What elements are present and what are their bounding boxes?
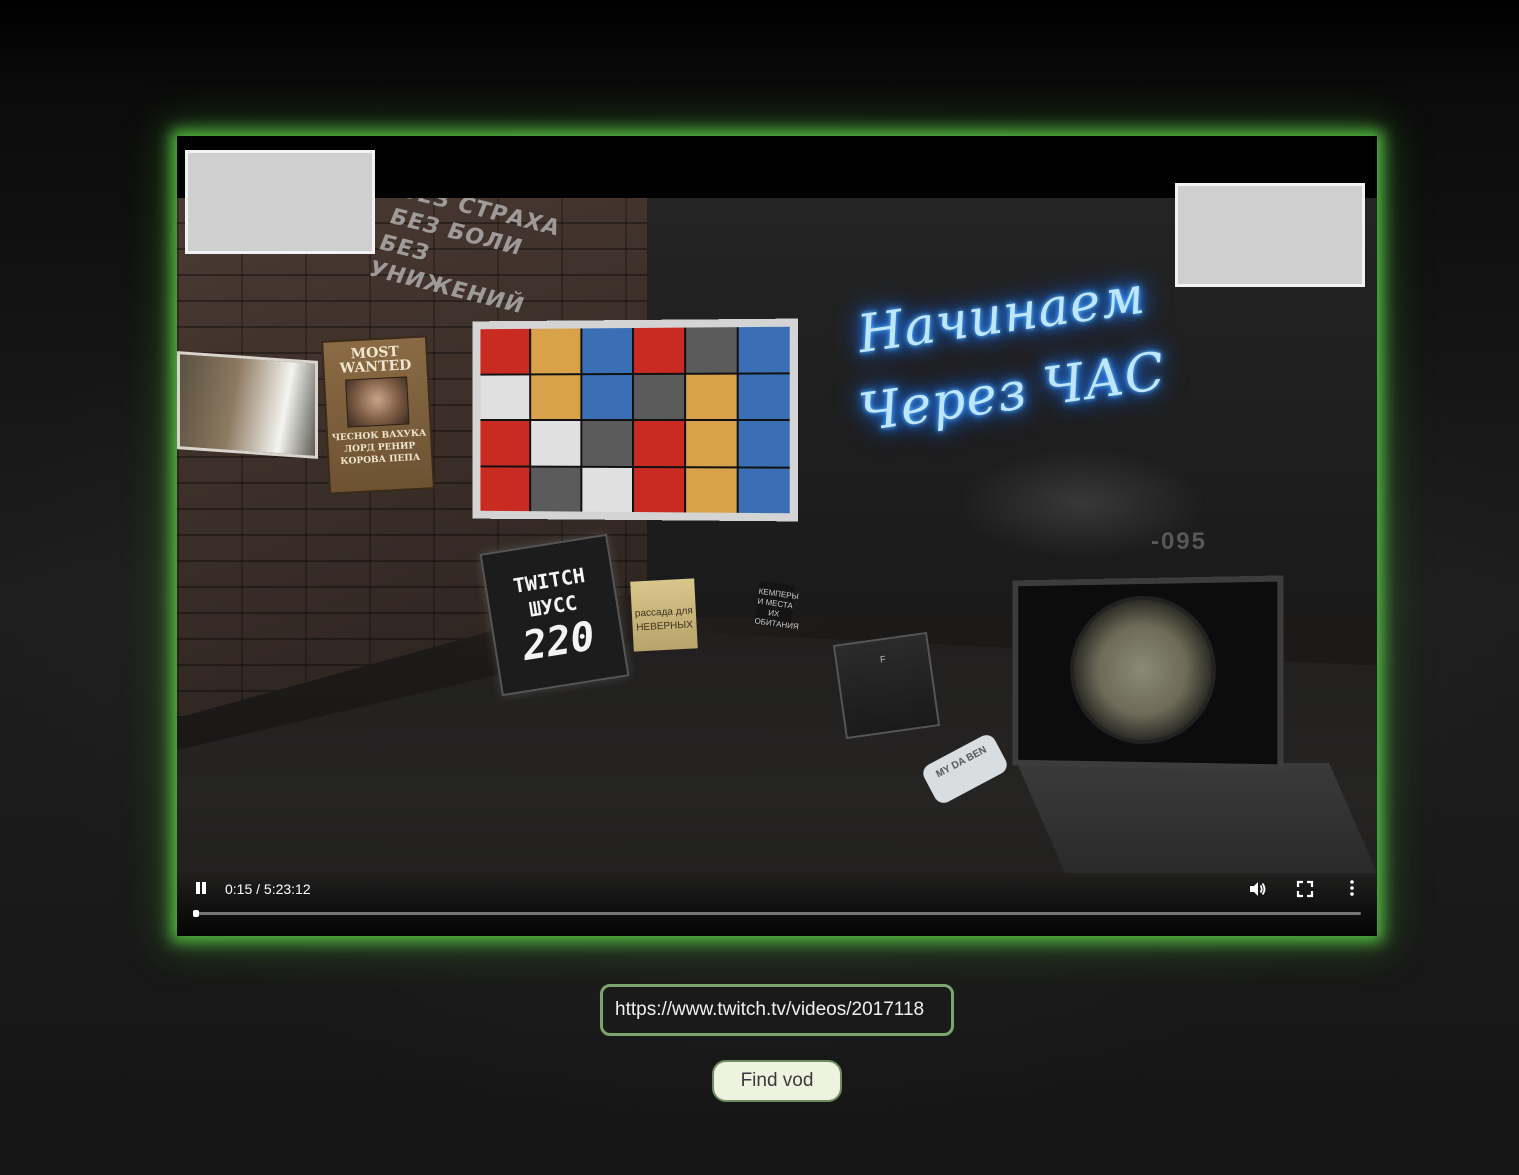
twitch-box-sign: TWITCH ШУСС 220 [479,533,630,697]
tv-screen-collage [480,326,790,514]
video-player[interactable]: БЕЗ СТРАХА БЕЗ БОЛИ БЕЗ УНИЖЕНИЙ MOST WA… [177,136,1377,936]
time-display: 0:15 / 5:23:12 [225,881,311,897]
progress-bar[interactable] [193,910,1361,917]
pause-icon[interactable] [193,880,209,896]
overlay-box-right [1175,183,1365,287]
campers-sign: КЕМПЕРЫ И МЕСТА ИХ ОБИТАНИЯ [754,580,799,631]
wanted-title-line: WANTED [339,357,412,377]
find-vod-button[interactable]: Find vod [712,1060,842,1102]
wanted-title: MOST WANTED [323,343,426,377]
scope-view [1070,594,1216,745]
overlay-box-left [185,150,375,254]
more-vert-icon[interactable] [1344,878,1360,898]
wanted-poster: MOST WANTED ЧЕСНОК ВАХУКА ЛОРД РЕНИР КОР… [321,335,435,495]
video-controls: 0:15 / 5:23:12 [177,872,1377,936]
fullscreen-icon[interactable] [1295,879,1315,899]
tv-monitor [472,318,798,522]
wolf-plate: -095 [917,428,1247,578]
flashlight-photo [177,351,318,459]
photo-card: F [832,631,941,740]
laptop-screen [1012,575,1284,771]
crate-label: рассада для НЕВЕРНЫХ [630,578,698,652]
vod-url-input[interactable] [600,984,954,1036]
video-frame[interactable]: БЕЗ СТРАХА БЕЗ БОЛИ БЕЗ УНИЖЕНИЙ MOST WA… [177,198,1377,936]
wanted-portrait [345,376,410,428]
volume-icon[interactable] [1247,879,1267,899]
progress-thumb[interactable] [193,910,199,917]
